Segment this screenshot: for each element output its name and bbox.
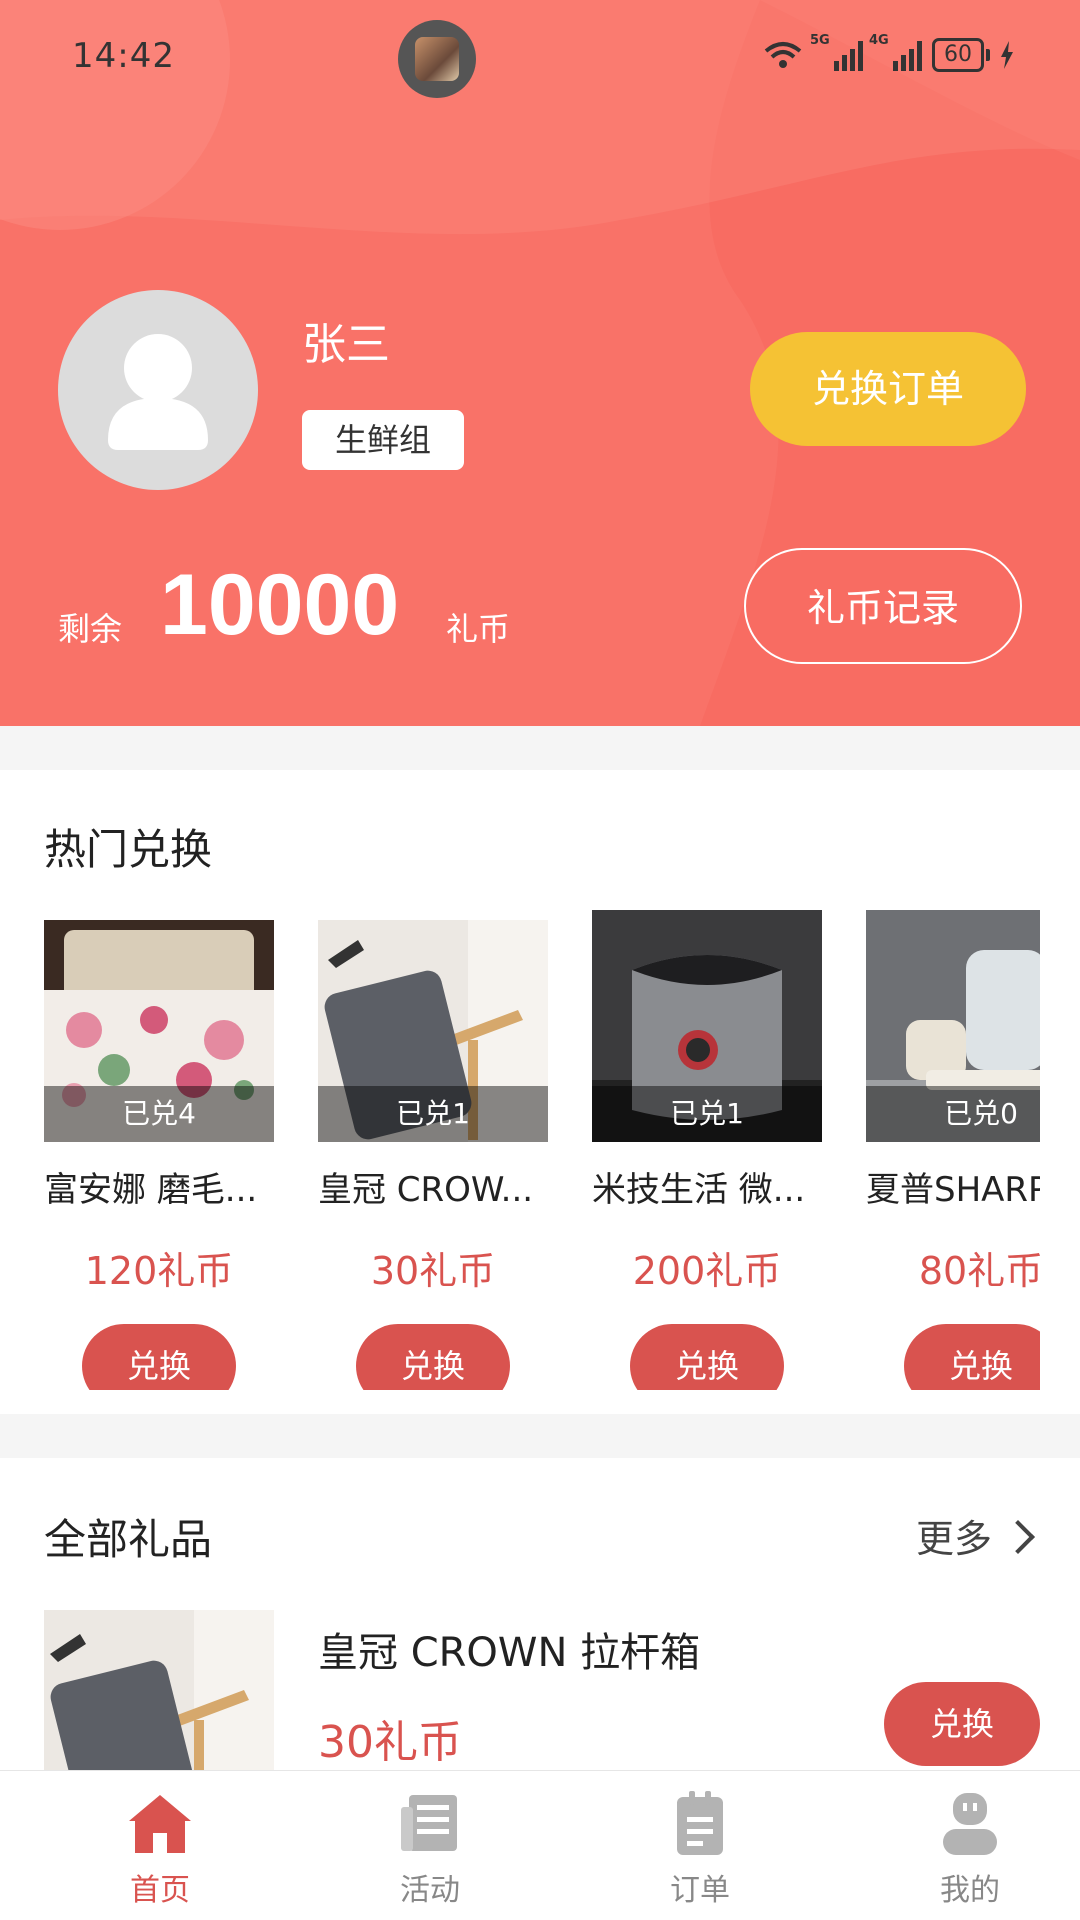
product-price: 80礼币 — [918, 1249, 1040, 1293]
gift-price: 30礼币 — [318, 1717, 462, 1768]
product-image[interactable]: 已兑4 — [44, 920, 274, 1142]
balance-unit: 礼币 — [446, 610, 511, 648]
hot-exchange-section: 热门兑换 已兑4 富安娜 磨毛... 120礼币 兑换 已兑1 皇冠 CROW.… — [0, 770, 1080, 1414]
product-price: 30礼币 — [370, 1249, 496, 1293]
nav-activity[interactable]: 活动 — [350, 1789, 510, 1909]
exchange-button[interactable]: 兑换 — [884, 1682, 1040, 1766]
group-badge: 生鲜组 — [302, 410, 464, 470]
floating-app-icon[interactable] — [398, 20, 476, 98]
exchange-button[interactable]: 兑换 — [356, 1324, 510, 1390]
nav-label: 我的 — [940, 1873, 1000, 1908]
more-label: 更多 — [915, 1517, 992, 1561]
exchange-orders-button[interactable]: 兑换订单 — [750, 332, 1026, 446]
charging-icon — [1001, 41, 1013, 69]
exchange-button[interactable]: 兑换 — [630, 1324, 784, 1390]
nav-label: 活动 — [400, 1873, 460, 1908]
product-name: 皇冠 CROW... — [318, 1170, 534, 1210]
product-name: 米技生活 微... — [592, 1170, 806, 1210]
nav-mine[interactable]: 我的 — [890, 1789, 1050, 1909]
news-icon — [401, 1795, 457, 1851]
product-image[interactable]: 已兑1 — [592, 910, 822, 1142]
balance-label: 剩余 — [58, 610, 123, 648]
section-title: 全部礼品 — [44, 1515, 213, 1564]
product-price: 120礼币 — [84, 1249, 234, 1293]
exchange-button[interactable]: 兑换 — [904, 1324, 1040, 1390]
product-image[interactable]: 已兑1 — [318, 920, 548, 1142]
gift-name: 皇冠 CROWN 拉杆箱 — [318, 1630, 701, 1676]
exchange-button[interactable]: 兑换 — [82, 1324, 236, 1390]
status-icons: 5G 4G 60 — [762, 33, 1014, 72]
hot-item[interactable]: 已兑1 皇冠 CROW... 30礼币 兑换 — [318, 910, 548, 1390]
avatar[interactable] — [58, 290, 258, 490]
exchanged-count-badge: 已兑0 — [866, 1086, 1040, 1142]
clipboard-icon — [677, 1791, 723, 1855]
signal-4g-icon: 4G — [869, 33, 922, 71]
battery-icon: 60 — [932, 38, 990, 72]
status-time: 14:42 — [72, 36, 175, 76]
more-link[interactable]: 更多 — [915, 1508, 1035, 1563]
signal-5g-icon: 5G — [810, 33, 863, 71]
wifi-icon — [764, 42, 802, 68]
nav-home[interactable]: 首页 — [80, 1789, 240, 1909]
exchanged-count-badge: 已兑1 — [592, 1086, 822, 1142]
exchanged-count-badge: 已兑4 — [44, 1086, 274, 1142]
user-icon — [943, 1793, 997, 1855]
user-placeholder-icon — [108, 334, 208, 450]
product-price: 200礼币 — [632, 1249, 782, 1293]
product-image[interactable]: 已兑0 — [866, 910, 1040, 1142]
balance-value: 10000 — [160, 557, 400, 653]
hot-item[interactable]: 已兑0 夏普SHARP 80礼币 兑换 — [866, 910, 1040, 1390]
hot-item[interactable]: 已兑1 米技生活 微... 200礼币 兑换 — [592, 910, 822, 1390]
hot-exchange-list[interactable]: 已兑4 富安娜 磨毛... 120礼币 兑换 已兑1 皇冠 CROW... 30… — [44, 910, 1040, 1390]
hot-item[interactable]: 已兑4 富安娜 磨毛... 120礼币 兑换 — [44, 910, 274, 1390]
exchanged-count-badge: 已兑1 — [318, 1086, 548, 1142]
bottom-nav: 首页 活动 订单 我的 — [0, 1770, 1080, 1920]
nav-label: 订单 — [670, 1873, 730, 1908]
all-gifts-section: 全部礼品 更多 皇冠 CROWN 拉杆箱 30礼币 兑换 — [0, 1458, 1080, 1770]
product-name: 富安娜 磨毛... — [44, 1170, 258, 1210]
home-icon — [129, 1795, 191, 1853]
user-name: 张三 — [302, 319, 390, 370]
profile-header: 14:42 5G 4G 60 张三 生鲜组 兑换订单 礼币记录 剩余 10000… — [0, 0, 1080, 726]
product-name: 夏普SHARP — [866, 1170, 1040, 1210]
section-title: 热门兑换 — [44, 825, 213, 874]
chevron-right-icon — [1001, 1519, 1035, 1554]
nav-orders[interactable]: 订单 — [620, 1789, 780, 1909]
nav-label: 首页 — [130, 1873, 190, 1908]
gift-image[interactable] — [44, 1610, 274, 1770]
coin-records-button[interactable]: 礼币记录 — [744, 548, 1022, 664]
